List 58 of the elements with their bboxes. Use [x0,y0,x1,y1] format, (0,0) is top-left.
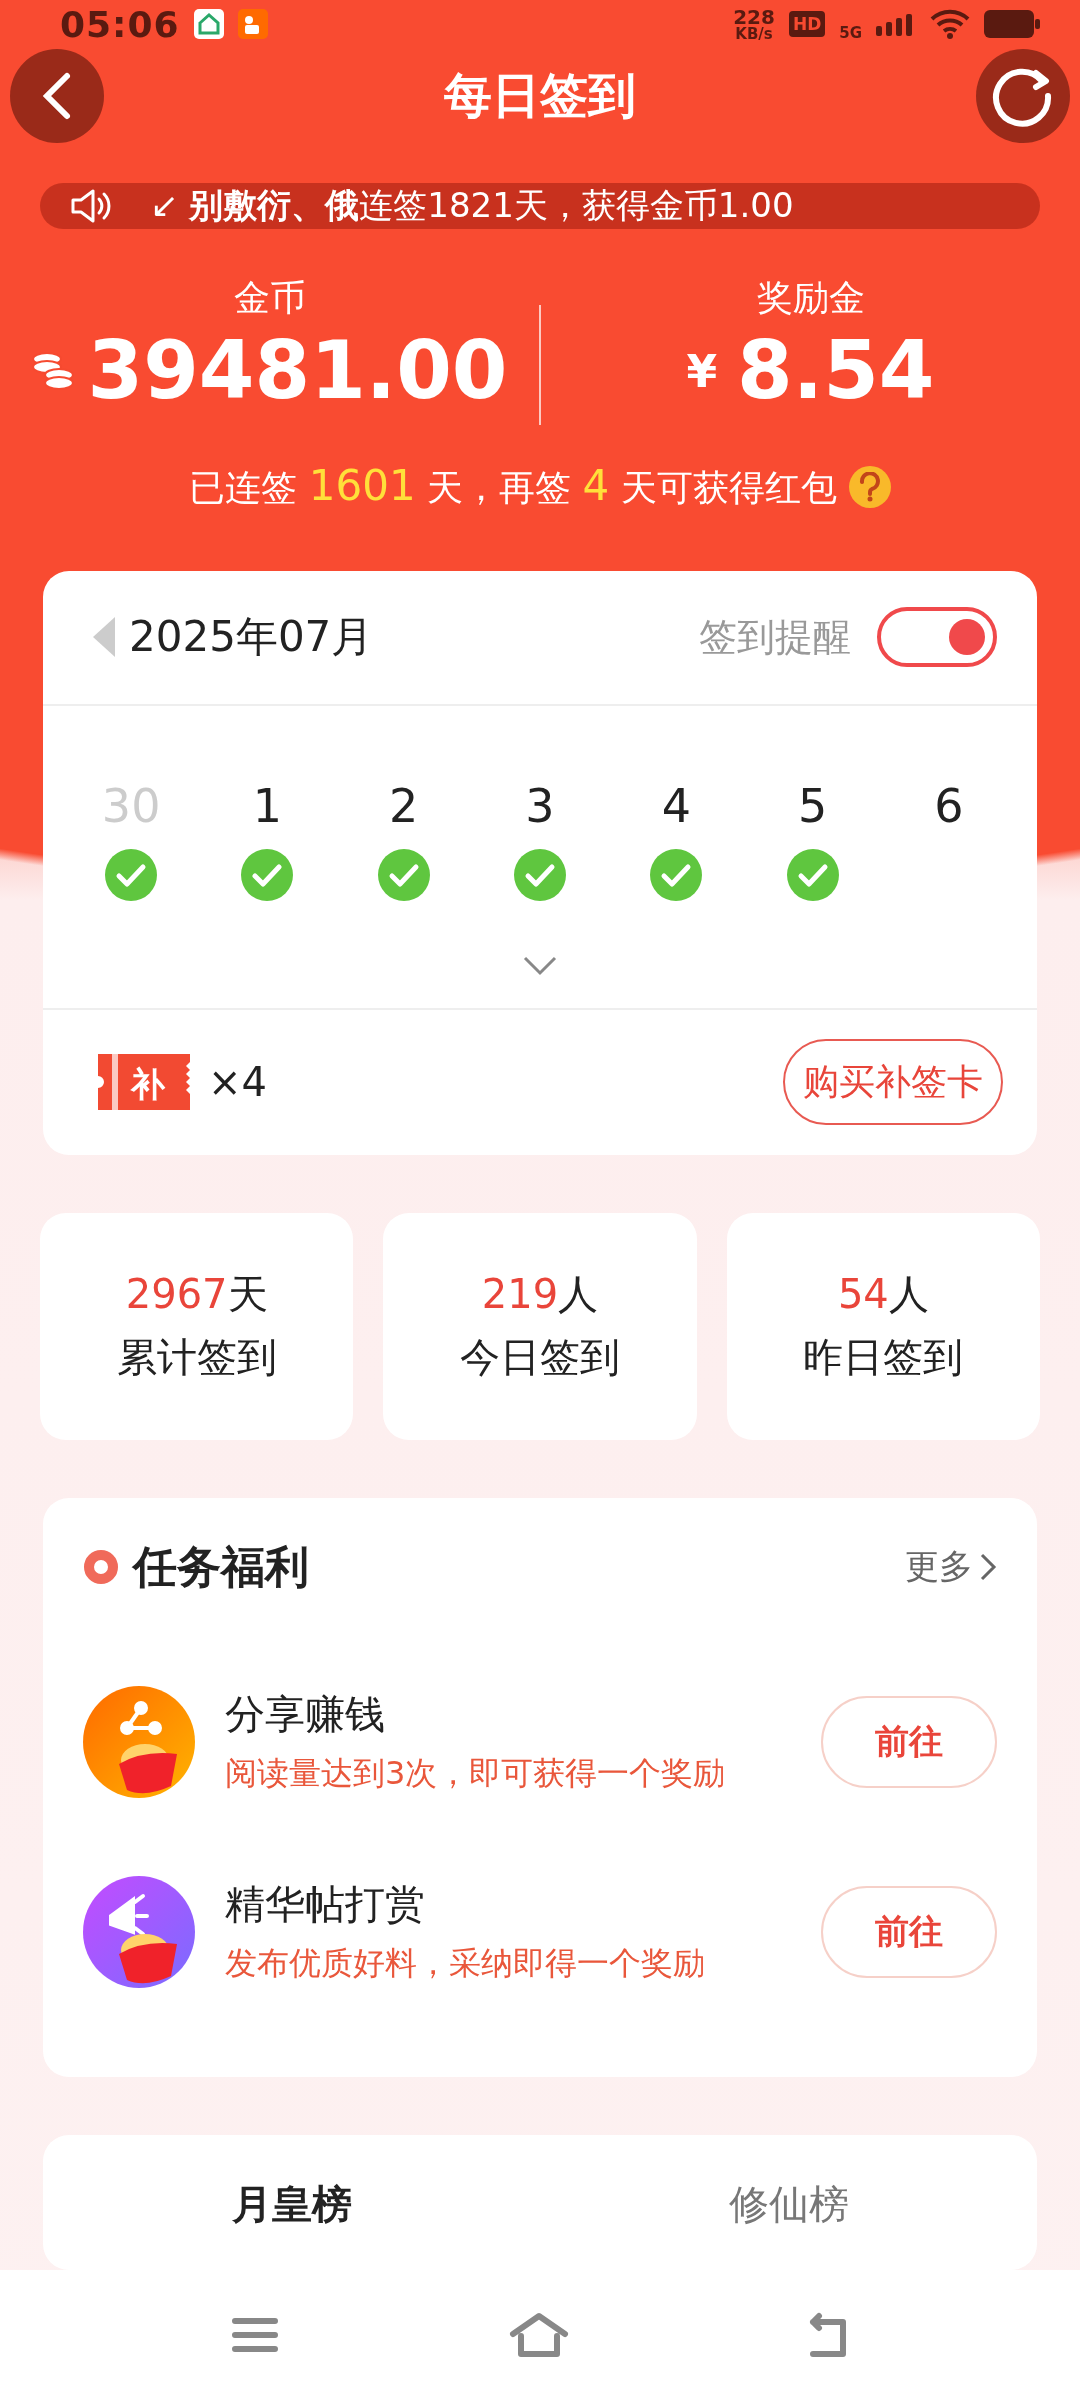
app-icon [193,9,224,40]
streak-text: 已连签 1601 天，再签 4 天可获得红包 [189,460,837,512]
stat-value: 2967天 [125,1270,268,1320]
menu-button[interactable] [231,2315,279,2355]
chevron-right-icon [979,1552,997,1583]
task-name: 精华帖打赏 [225,1880,426,1930]
buy-makeup-card-button[interactable]: 购买补签卡 [783,1039,1003,1126]
home-icon [509,2312,569,2358]
home-button[interactable] [509,2312,569,2358]
stat-value: 54人 [837,1270,929,1320]
share-reward-icon [83,1685,195,1798]
check-icon [377,849,430,902]
check-icon [105,849,158,902]
battery-icon [984,10,1040,39]
check-icon [514,849,566,902]
help-icon[interactable] [848,465,891,508]
ring-icon [83,1549,119,1586]
day-number: 1 [252,780,283,832]
megaphone-reward-icon [83,1875,195,1988]
day-number: 3 [525,780,555,832]
more-link[interactable]: 更多 [905,1544,997,1591]
month-label: 2025年07月 [129,611,374,664]
stat-label: 昨日签到 [803,1333,964,1383]
go-button[interactable]: 前往 [821,1695,997,1788]
stat-value: 219人 [481,1270,599,1320]
app-icon [237,9,268,40]
balance-value: 8.54 [737,327,935,416]
day-number: 6 [934,780,964,832]
stat-label: 今日签到 [460,1333,620,1383]
network-speed: 228 KB/s [733,6,775,42]
day-number: 4 [661,780,691,832]
wifi-icon [930,9,970,40]
balance-value: 39481.00 [87,327,508,416]
stat-label: 累计签到 [116,1333,277,1383]
check-icon [786,849,839,902]
menu-icon [231,2315,279,2355]
section-title: 任务福利 [133,1539,309,1594]
balance-label: 奖励金 [756,276,865,321]
notice-text: ↙ 别敷衍、俄连签1821天，获得金币1.00 [150,183,794,227]
day-number: 5 [797,780,828,832]
check-icon [241,849,294,902]
expand-chevron-icon[interactable] [523,955,557,976]
reminder-label: 签到提醒 [699,613,851,661]
network-label: 5G [839,24,862,42]
leaderboard-tab[interactable]: 月皇榜 [43,2174,540,2235]
day-number: 2 [389,780,419,832]
status-time: 05:06 [60,3,180,45]
leaderboard-tab[interactable]: 修仙榜 [540,2174,1037,2235]
go-button[interactable]: 前往 [821,1885,997,1978]
currency-symbol: ¥ [686,345,718,397]
makeup-card-count: ×4 [208,1059,267,1106]
task-name: 分享赚钱 [225,1690,386,1740]
hd-badge: HD [788,11,826,38]
check-icon [650,849,703,902]
balance-label: 金币 [233,276,306,321]
page-title: 每日签到 [444,65,636,125]
task-description: 阅读量达到3次，即可获得一个奖励 [225,1753,727,1795]
task-description: 发布优质好料，采纳即得一个奖励 [225,1943,706,1985]
